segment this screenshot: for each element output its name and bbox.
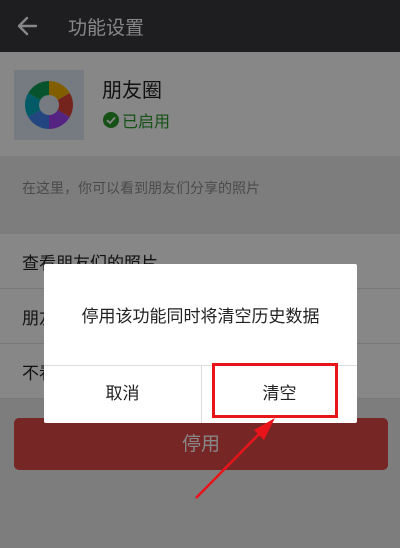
dialog-message: 停用该功能同时将清空历史数据 [81,307,320,327]
cancel-button[interactable]: 取消 [44,365,201,423]
highlight-annotation [212,363,338,418]
